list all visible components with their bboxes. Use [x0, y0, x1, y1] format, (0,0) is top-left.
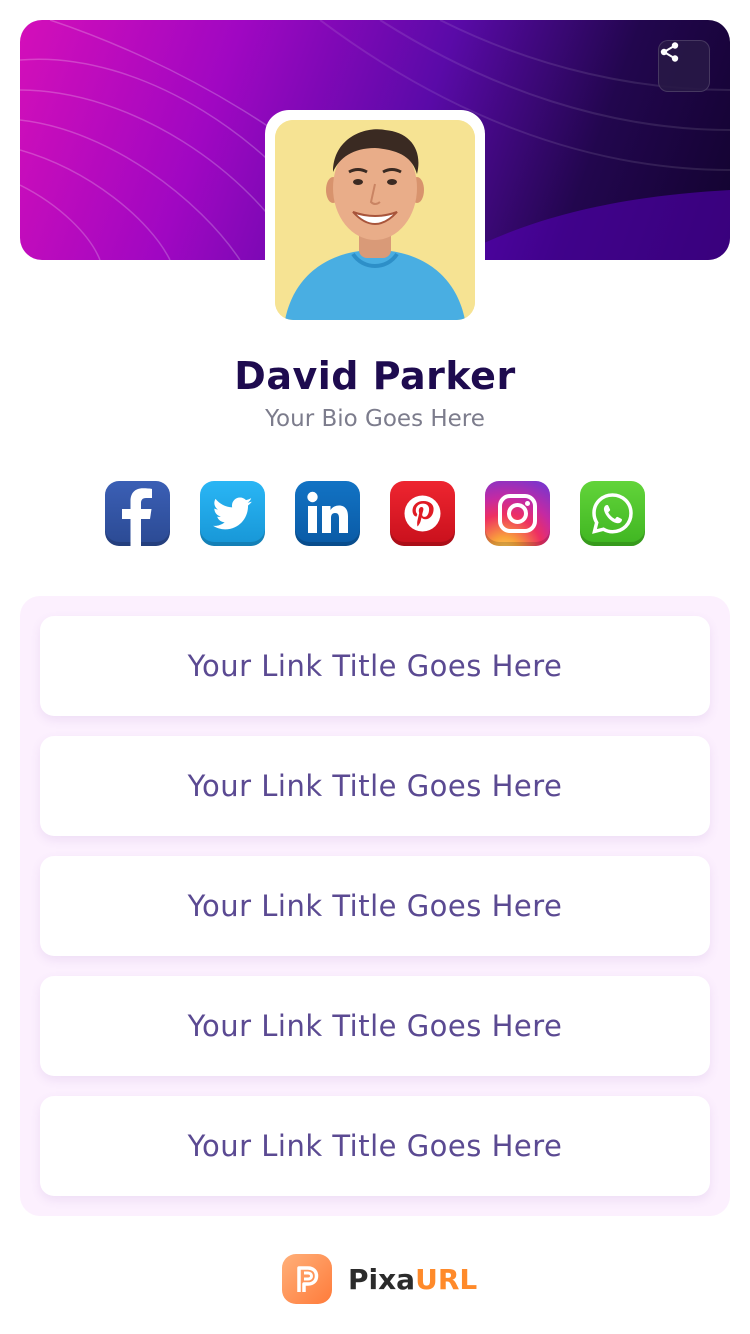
profile-page: David Parker Your Bio Goes Here Your Lin…: [0, 0, 750, 1334]
link-button[interactable]: Your Link Title Goes Here: [40, 1096, 710, 1196]
linkedin-icon: [307, 491, 348, 533]
brand-name: PixaURL: [348, 1263, 477, 1296]
link-button[interactable]: Your Link Title Goes Here: [40, 856, 710, 956]
footer-brand[interactable]: PixaURL: [282, 1254, 477, 1304]
instagram-icon: [498, 494, 537, 533]
profile-bio: Your Bio Goes Here: [265, 406, 485, 432]
avatar-photo: [275, 120, 475, 320]
brand-name-part2: URL: [415, 1262, 478, 1296]
profile-name: David Parker: [234, 354, 516, 398]
whatsapp-icon: [592, 493, 633, 534]
facebook-icon: [122, 488, 152, 546]
link-button[interactable]: Your Link Title Goes Here: [40, 616, 710, 716]
linkedin-button[interactable]: [295, 481, 360, 546]
logo-mark: [297, 1266, 319, 1292]
share-button[interactable]: [658, 40, 710, 92]
twitter-icon: [212, 497, 252, 529]
pixaurl-logo-icon: [282, 1254, 332, 1304]
avatar-frame: [265, 110, 485, 330]
link-button[interactable]: Your Link Title Goes Here: [40, 736, 710, 836]
brand-name-part1: Pixa: [348, 1262, 416, 1296]
instagram-button[interactable]: [485, 481, 550, 546]
social-links: [105, 481, 645, 547]
avatar: [275, 120, 475, 320]
facebook-button[interactable]: [105, 481, 170, 546]
pinterest-button[interactable]: [390, 481, 455, 546]
whatsapp-button[interactable]: [580, 481, 645, 546]
twitter-button[interactable]: [200, 481, 265, 546]
links-panel: Your Link Title Goes Here Your Link Titl…: [20, 596, 730, 1216]
link-button[interactable]: Your Link Title Goes Here: [40, 976, 710, 1076]
pinterest-icon: [404, 495, 441, 532]
share-icon: [660, 42, 679, 62]
